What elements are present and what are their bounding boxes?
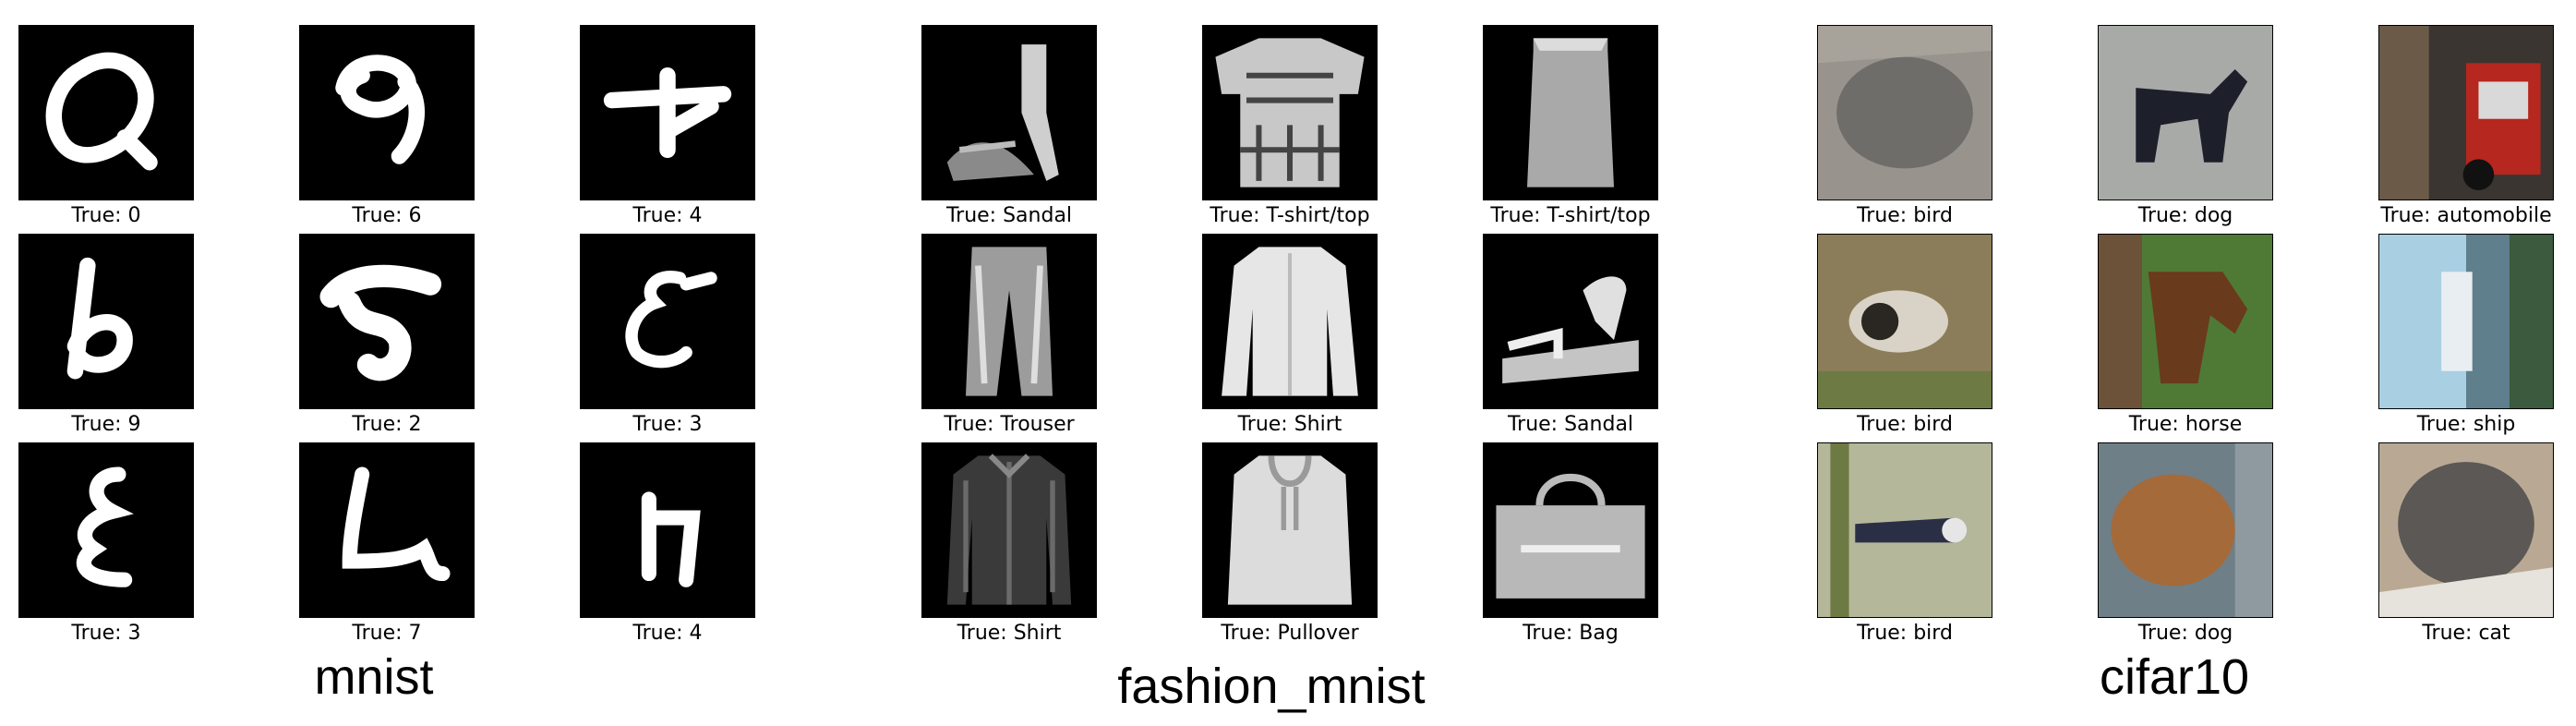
cifar-image	[1817, 442, 1992, 618]
automobile-icon	[2379, 26, 2553, 200]
dog-icon	[2099, 26, 2272, 200]
ship-icon	[2379, 235, 2553, 408]
bird-icon	[1818, 26, 1992, 200]
cifar-image	[1817, 234, 1992, 409]
bird-icon	[1818, 235, 1992, 408]
cell-caption: True: bird	[1857, 204, 1953, 227]
cifar10-group: True: bird True: dog True: automobile Tr…	[0, 0, 2576, 726]
horse-icon	[2099, 235, 2272, 408]
cell-caption: True: horse	[2128, 413, 2243, 436]
group-title: cifar10	[2099, 649, 2250, 705]
cifar-image	[2098, 442, 2273, 618]
bird-icon	[1818, 443, 1992, 617]
cell-caption: True: dog	[2137, 204, 2233, 227]
cat-icon	[2379, 443, 2553, 617]
dog-icon	[2099, 443, 2272, 617]
cell-caption: True: cat	[2422, 622, 2510, 645]
cifar-image	[2098, 25, 2273, 200]
cell-caption: True: automobile	[2380, 204, 2552, 227]
cifar-image	[1817, 25, 1992, 200]
cell-caption: True: dog	[2137, 622, 2233, 645]
cifar-image	[2378, 442, 2554, 618]
cell-caption: True: bird	[1857, 413, 1953, 436]
cell-caption: True: bird	[1857, 622, 1953, 645]
cifar-image	[2378, 25, 2554, 200]
cifar-image	[2098, 234, 2273, 409]
cell-caption: True: ship	[2416, 413, 2516, 436]
cifar-image	[2378, 234, 2554, 409]
